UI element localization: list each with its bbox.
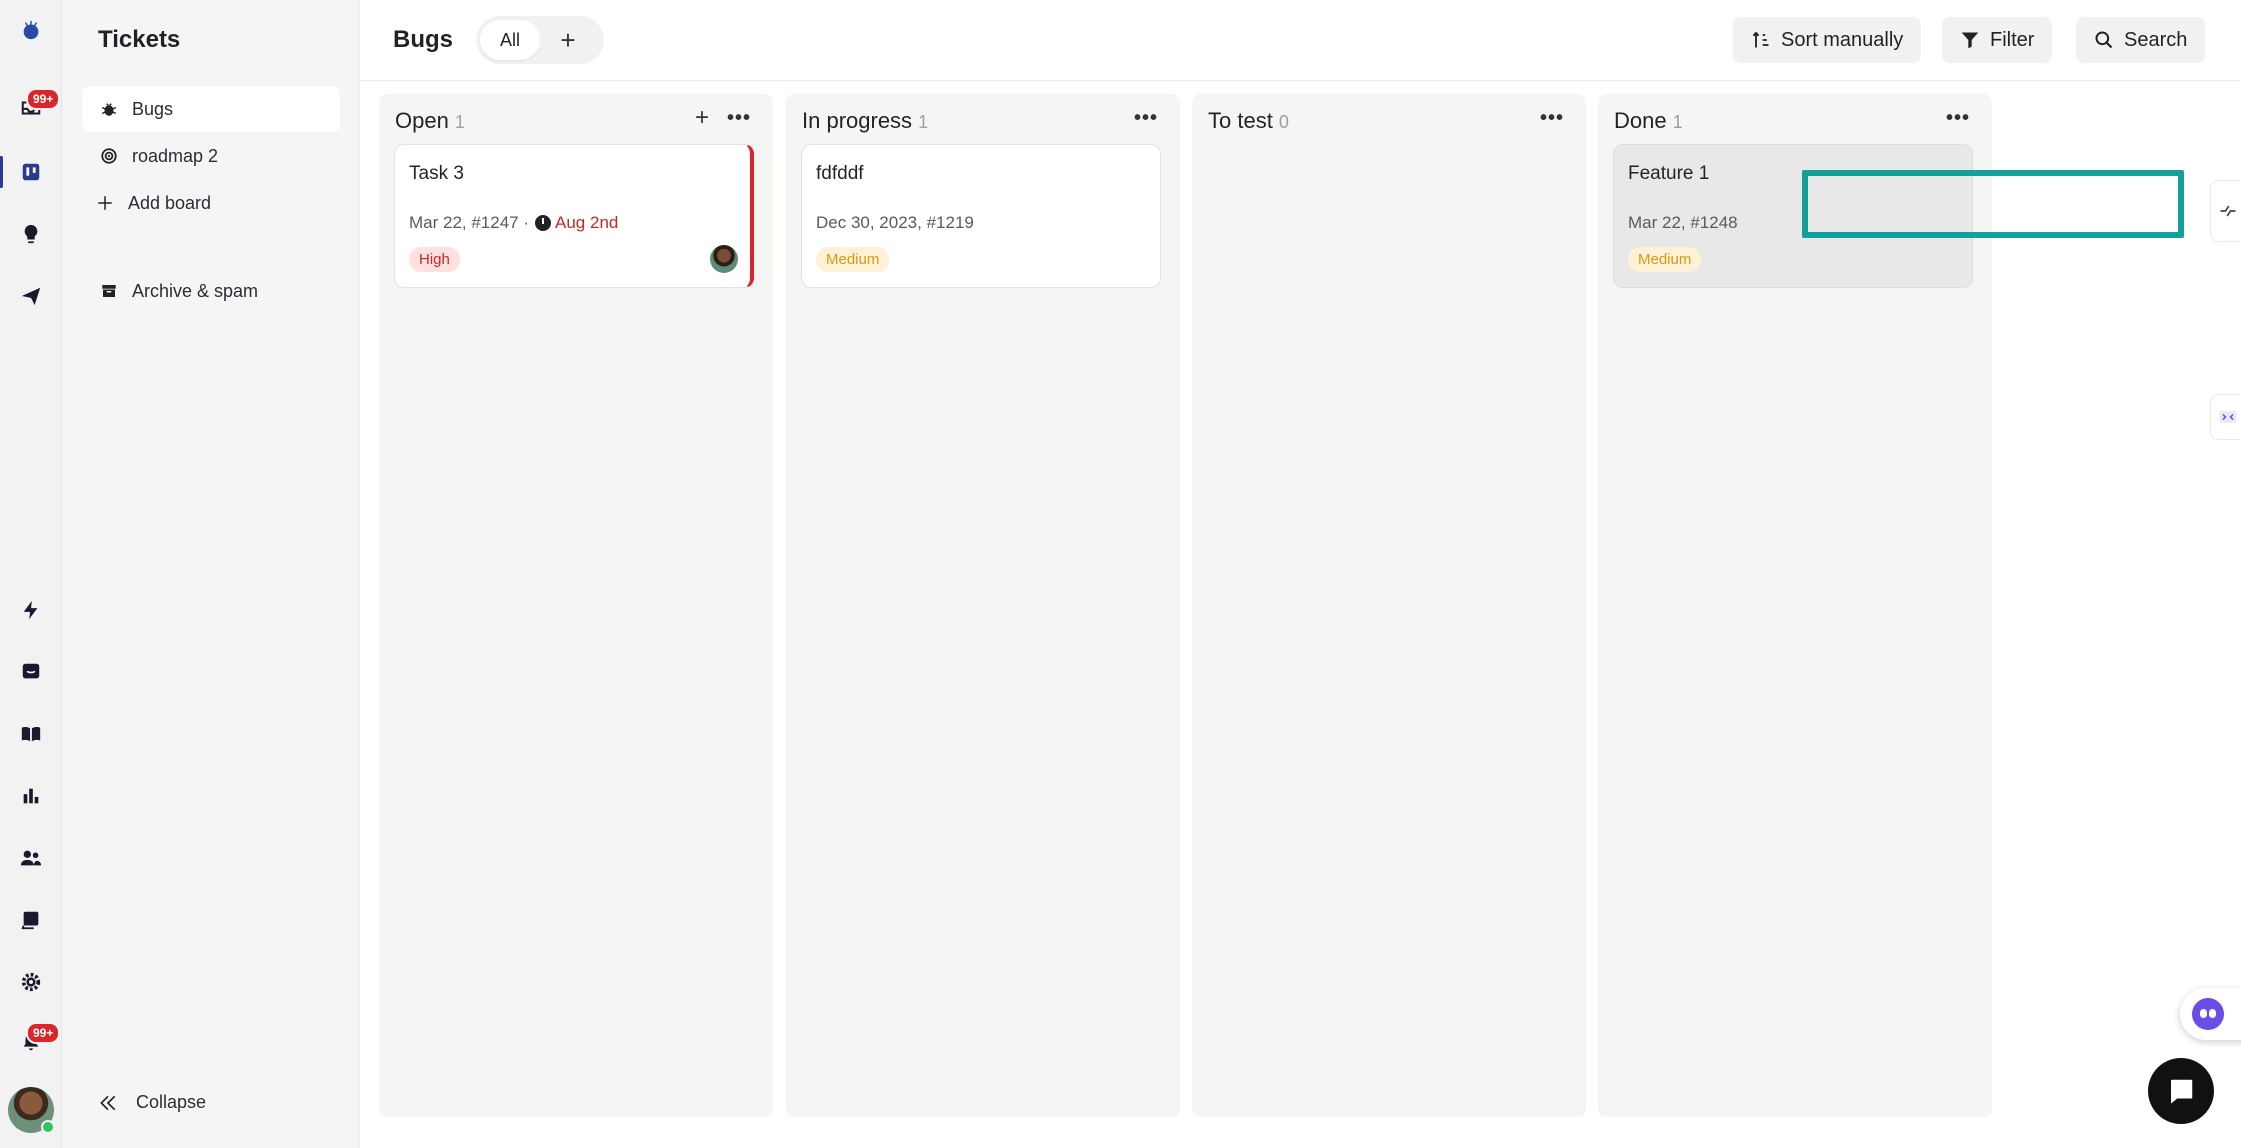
send-icon[interactable] <box>0 272 62 320</box>
search-button[interactable]: Search <box>2076 17 2206 63</box>
sidebar-item-archive-spam[interactable]: Archive & spam <box>82 268 340 314</box>
bot-icon <box>2192 998 2224 1030</box>
ticket-card[interactable]: fdfddf Dec 30, 2023, #1219 Medium <box>801 144 1161 288</box>
tickets-sidebar: Tickets Bugs roadmap 2 Add board Archive… <box>62 0 360 1148</box>
sort-manually-button[interactable]: Sort manually <box>1733 17 1922 63</box>
logo-icon[interactable] <box>0 6 62 54</box>
bar-chart-icon[interactable] <box>0 772 62 820</box>
column-title: In progress <box>802 108 913 133</box>
column-header: To test 0 <box>1208 108 1289 134</box>
expand-panel-icon[interactable] <box>2210 394 2241 440</box>
clock-icon <box>535 215 552 231</box>
column-header: Done 1 <box>1614 108 1683 134</box>
ai-assistant-button[interactable] <box>2180 988 2241 1040</box>
tab-all[interactable]: All <box>480 20 541 60</box>
sort-label: Sort manually <box>1781 28 1904 51</box>
side-panel-toggle-icon[interactable] <box>2210 180 2241 242</box>
card-meta: Mar 22, #1247 · Aug 2nd <box>409 213 618 233</box>
priority-tag: Medium <box>816 247 890 272</box>
due-date-label: Aug 2nd <box>555 213 619 232</box>
lightning-icon[interactable] <box>0 586 62 634</box>
card-date-id: Dec 30, 2023, #1219 <box>816 213 974 232</box>
board-header: Bugs All + Sort manually Filter Search <box>361 0 2241 81</box>
search-label: Search <box>2124 28 2188 51</box>
inbox-badge: 99+ <box>26 88 61 110</box>
archive-icon <box>102 285 116 297</box>
bug-icon <box>101 103 117 116</box>
column-title: To test <box>1208 108 1273 133</box>
column-header: In progress 1 <box>802 108 928 134</box>
column-done: Done 1 ••• Feature 1 Mar 22, #1248 Mediu… <box>1598 94 1992 1117</box>
highlight-box <box>1802 170 2184 238</box>
inbox-icon[interactable]: 99+ <box>0 84 62 132</box>
chat-launcher-button[interactable] <box>2148 1058 2214 1124</box>
column-count: 1 <box>918 112 929 132</box>
filter-button[interactable]: Filter <box>1942 17 2053 63</box>
card-title: Task 3 <box>409 163 464 184</box>
lightbulb-icon[interactable] <box>0 210 62 258</box>
sidebar-item-label: Archive & spam <box>132 280 259 301</box>
collapse-button[interactable]: Collapse <box>98 1092 206 1113</box>
priority-tag: High <box>409 247 460 272</box>
priority-tag: Medium <box>1628 247 1702 272</box>
column-menu-button[interactable]: ••• <box>1134 106 1158 130</box>
column-title: Done <box>1614 108 1667 133</box>
view-tabs: All + <box>476 16 604 64</box>
card-meta: Dec 30, 2023, #1219 <box>816 213 974 233</box>
collapse-label: Collapse <box>136 1092 207 1112</box>
filter-icon <box>1961 32 1979 49</box>
book-icon[interactable] <box>0 710 62 758</box>
notifications-badge: 99+ <box>26 1022 61 1044</box>
page-title: Bugs <box>393 26 453 53</box>
add-board-button[interactable]: Add board <box>82 180 340 226</box>
column-count: 0 <box>1278 112 1289 132</box>
target-icon <box>101 148 117 164</box>
online-status-dot <box>41 1120 55 1134</box>
card-date-id: Mar 22, #1248 <box>1628 213 1738 232</box>
gear-icon[interactable] <box>0 958 62 1006</box>
icon-rail: 99+ 99+ <box>0 0 62 1148</box>
card-meta: Mar 22, #1248 <box>1628 213 1738 233</box>
column-header: Open 1 <box>395 108 465 134</box>
chat-bubble-icon <box>2171 1079 2193 1104</box>
column-menu-button[interactable]: ••• <box>727 106 751 130</box>
users-icon[interactable] <box>0 834 62 882</box>
card-date-id: Mar 22, #1247 · <box>409 213 530 232</box>
sidebar-item-label: Add board <box>128 192 212 213</box>
card-title: fdfddf <box>816 163 864 184</box>
column-title: Open <box>395 108 449 133</box>
sidebar-item-roadmap-2[interactable]: roadmap 2 <box>82 133 340 179</box>
sidebar-item-bugs[interactable]: Bugs <box>82 86 340 132</box>
search-icon <box>2095 31 2113 49</box>
column-count: 1 <box>1672 112 1683 132</box>
double-chevron-left-icon <box>100 1095 116 1110</box>
sidebar-title: Tickets <box>98 26 181 53</box>
assignee-avatar[interactable] <box>710 245 738 273</box>
add-view-button[interactable]: + <box>548 20 588 60</box>
tickets-board-icon[interactable] <box>0 148 62 196</box>
user-avatar[interactable] <box>8 1087 55 1134</box>
sidebar-item-label: roadmap 2 <box>132 145 219 166</box>
plus-icon <box>98 196 112 210</box>
due-date: Aug 2nd <box>535 213 618 233</box>
column-menu-button[interactable]: ••• <box>1540 106 1564 130</box>
ticket-list-icon[interactable] <box>0 896 62 944</box>
column-to-test: To test 0 ••• <box>1192 94 1586 1117</box>
column-count: 1 <box>454 112 465 132</box>
ticket-card[interactable]: Task 3 Mar 22, #1247 · Aug 2nd High <box>394 144 754 288</box>
sort-icon <box>1752 31 1769 48</box>
bell-icon[interactable]: 99+ <box>0 1018 62 1066</box>
add-card-button[interactable]: + <box>695 106 709 130</box>
column-open: Open 1 + ••• Task 3 Mar 22, #1247 · Aug … <box>379 94 773 1117</box>
sidebar-item-label: Bugs <box>132 98 174 119</box>
chat-smile-icon[interactable] <box>0 648 62 696</box>
column-in-progress: In progress 1 ••• fdfddf Dec 30, 2023, #… <box>786 94 1180 1117</box>
card-title: Feature 1 <box>1628 163 1710 184</box>
column-menu-button[interactable]: ••• <box>1946 106 1970 130</box>
filter-label: Filter <box>1990 28 2035 51</box>
